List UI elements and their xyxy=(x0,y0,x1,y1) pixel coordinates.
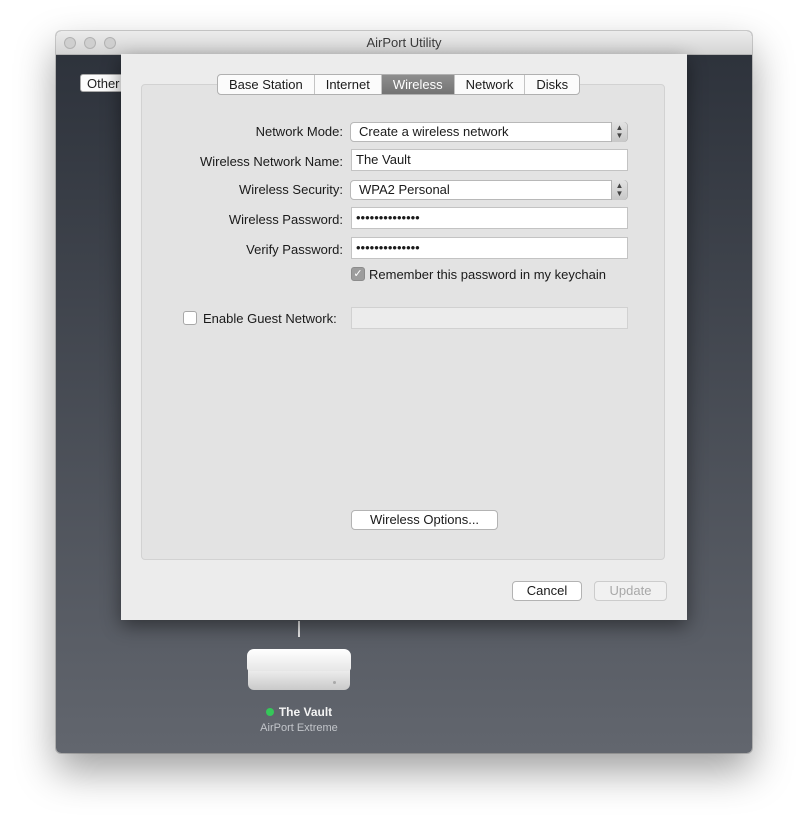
cancel-button[interactable]: Cancel xyxy=(512,581,582,601)
network-mode-value: Create a wireless network xyxy=(359,124,509,139)
wireless-options-button[interactable]: Wireless Options... xyxy=(351,510,498,530)
wireless-security-label: Wireless Security: xyxy=(238,182,343,197)
network-mode-label: Network Mode: xyxy=(255,124,343,139)
wireless-password-label: Wireless Password: xyxy=(228,212,343,227)
device-led-icon xyxy=(333,681,336,684)
tab-disks[interactable]: Disks xyxy=(525,75,579,94)
wireless-password-field[interactable]: •••••••••••••• xyxy=(351,207,628,229)
update-button[interactable]: Update xyxy=(594,581,667,601)
network-mode-popup[interactable]: Create a wireless network ▲ ▼ xyxy=(350,122,628,142)
tab-internet[interactable]: Internet xyxy=(315,75,382,94)
enable-guest-network-checkbox[interactable] xyxy=(183,311,197,325)
wireless-security-popup[interactable]: WPA2 Personal ▲ ▼ xyxy=(350,180,628,200)
remember-password-label: Remember this password in my keychain xyxy=(369,267,606,282)
device-name-label: The Vault xyxy=(226,705,372,719)
other-button[interactable]: Other xyxy=(80,74,127,92)
status-dot-icon xyxy=(265,708,274,716)
title-bar[interactable]: AirPort Utility xyxy=(56,31,752,55)
tab-wireless[interactable]: Wireless xyxy=(381,75,455,94)
verify-password-field[interactable]: •••••••••••••• xyxy=(351,237,628,259)
network-name-field[interactable]: The Vault xyxy=(351,149,628,171)
wireless-security-value: WPA2 Personal xyxy=(359,182,450,197)
tab-network[interactable]: Network xyxy=(455,75,526,94)
network-cable xyxy=(298,621,300,637)
settings-sheet: Base Station Internet Wireless Network D… xyxy=(121,54,687,620)
popup-arrows-icon: ▲ ▼ xyxy=(611,180,627,200)
guest-network-name-field[interactable] xyxy=(351,307,628,329)
window-title: AirPort Utility xyxy=(366,35,442,50)
airport-device-icon[interactable] xyxy=(247,649,351,691)
device-model-label: AirPort Extreme xyxy=(260,722,338,734)
tab-base-station[interactable]: Base Station xyxy=(218,75,315,94)
popup-arrows-icon: ▲ ▼ xyxy=(611,122,627,142)
enable-guest-network-label: Enable Guest Network: xyxy=(203,311,337,326)
network-name-label: Wireless Network Name: xyxy=(199,154,343,169)
remember-password-checkbox[interactable]: ✓ xyxy=(351,267,365,281)
tab-bar: Base Station Internet Wireless Network D… xyxy=(217,74,581,95)
verify-password-label: Verify Password: xyxy=(246,242,343,257)
